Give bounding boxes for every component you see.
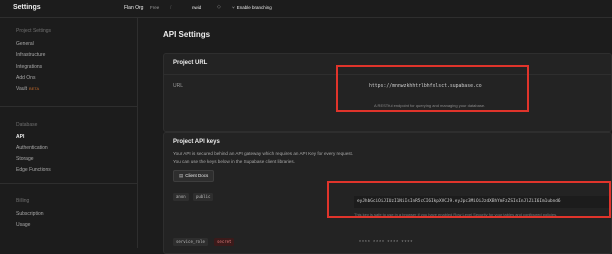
sidebar-item-add-ons[interactable]: Add Ons (16, 75, 35, 81)
sidebar-item-integrations[interactable]: Integrations (16, 64, 42, 70)
top-bar: Settings Flan Org Free / nwid ◇ ⑂ Enable … (0, 0, 612, 18)
project-url-card: Project URL URL https://mnnwzkhhtrlbhfxl… (163, 53, 612, 132)
anon-tag: anon (173, 193, 189, 201)
public-tag: public (193, 193, 214, 201)
anon-key-help: This key is safe to use in a browser if … (354, 212, 558, 217)
api-keys-card: Project API keys Your API is secured beh… (163, 132, 612, 254)
client-docs-label: Client Docs (185, 173, 209, 178)
sidebar-item-usage[interactable]: Usage (16, 222, 30, 228)
breadcrumb-separator: / (170, 5, 172, 11)
api-keys-description-2: You can use the keys below in the Supaba… (173, 159, 295, 164)
service-key-masked[interactable]: **** **** **** **** (359, 240, 413, 246)
sidebar-group-database: Database (16, 122, 38, 128)
beta-badge: BETA (29, 86, 40, 91)
sidebar-item-storage[interactable]: Storage (16, 156, 34, 162)
url-field[interactable]: https://mnnwzkhhtrlbhfxlsct.supabase.co (369, 84, 482, 89)
sidebar-item-general[interactable]: General (16, 41, 34, 47)
settings-sidebar: Project Settings General Infrastructure … (0, 18, 138, 248)
git-branch-icon: ⑂ (232, 5, 235, 10)
url-help-text: A RESTful endpoint for querying and mana… (374, 103, 486, 108)
sidebar-item-vault-label: Vault (16, 86, 28, 92)
sidebar-group-project-settings: Project Settings (16, 28, 52, 34)
sidebar-divider (0, 183, 137, 184)
main-content: API Settings Project URL URL https://mnn… (138, 18, 612, 254)
anon-key-value: eyJhbGciOiJIUzI1NiIsInR5cCI6IkpXVCJ9.eyJ… (357, 199, 561, 204)
service-role-tag: service_role (173, 238, 208, 246)
sidebar-divider (0, 106, 137, 107)
sidebar-item-vault[interactable]: Vault BETA (16, 86, 39, 92)
book-icon: ▤ (179, 173, 184, 178)
project-url-header: Project URL (173, 60, 208, 66)
url-label: URL (173, 83, 184, 89)
client-docs-button[interactable]: ▤ Client Docs (173, 170, 215, 182)
secret-tag: secret (214, 238, 235, 246)
plan-badge: Free (150, 5, 160, 10)
api-keys-description: Your API is secured behind an API gatewa… (173, 151, 354, 156)
enable-branching-button[interactable]: ⑂ Enable branching (232, 5, 272, 10)
api-keys-header: Project API keys (173, 139, 220, 145)
sidebar-item-api[interactable]: API (16, 134, 24, 140)
sidebar-item-infrastructure[interactable]: Infrastructure (16, 52, 45, 58)
sidebar-item-subscription[interactable]: Subscription (16, 211, 44, 217)
page-title: API Settings (163, 30, 211, 39)
sidebar-group-billing: Billing (16, 198, 30, 204)
card-divider (164, 74, 611, 75)
anon-key-field[interactable]: eyJhbGciOiJIUzI1NiIsInR5cCI6IkpXVCJ9.eyJ… (354, 196, 609, 208)
sidebar-item-edge-functions[interactable]: Edge Functions (16, 167, 51, 173)
sidebar-item-authentication[interactable]: Authentication (16, 145, 48, 151)
chevron-updown-icon[interactable]: ◇ (217, 4, 221, 10)
page-header-title: Settings (13, 4, 41, 11)
project-selector[interactable]: nwid (192, 5, 201, 10)
org-selector[interactable]: Flan Org (124, 5, 143, 11)
enable-branching-label: Enable branching (236, 5, 272, 10)
